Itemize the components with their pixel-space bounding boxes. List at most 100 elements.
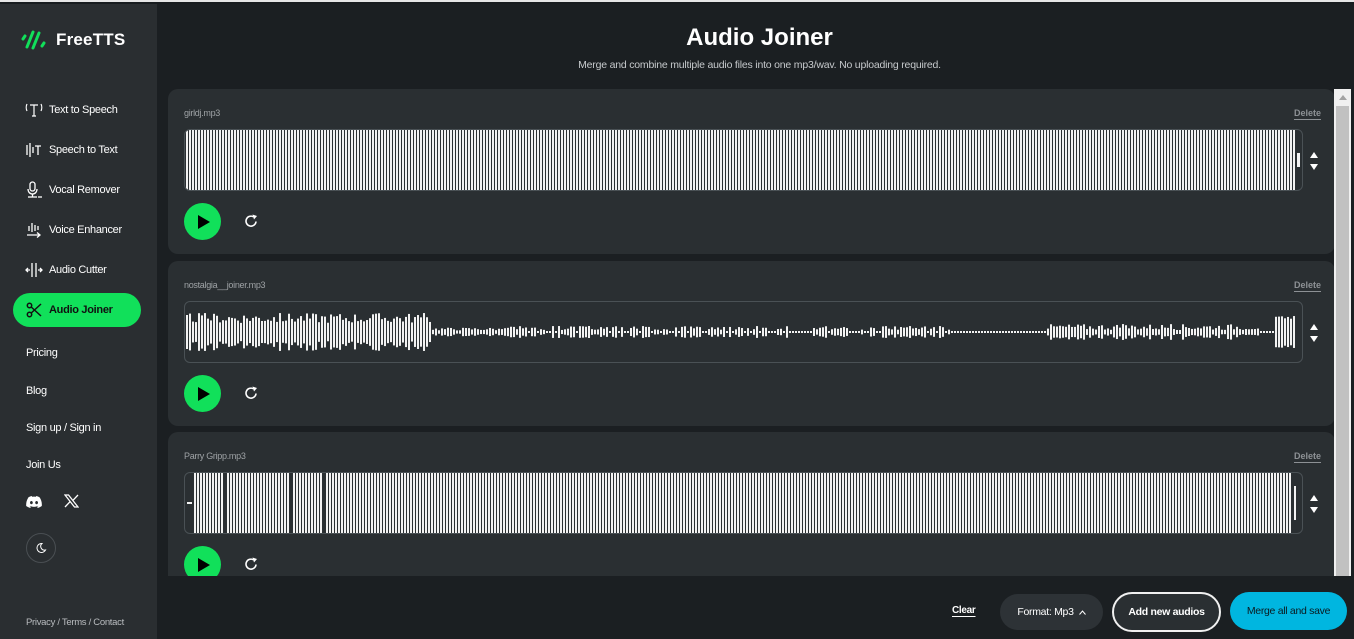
waveform[interactable] xyxy=(184,472,1303,534)
clear-button[interactable]: Clear xyxy=(952,605,976,616)
sidebar-link-join-us[interactable]: Join Us xyxy=(26,459,61,471)
waveform-bar xyxy=(840,130,842,190)
waveform-bar xyxy=(645,130,647,190)
waveform-bar xyxy=(591,329,593,335)
waveform-bar xyxy=(720,329,722,335)
sidebar-link-blog[interactable]: Blog xyxy=(26,385,47,397)
waveform-bar xyxy=(407,473,409,533)
waveform-bar xyxy=(360,130,362,190)
waveform[interactable] xyxy=(184,129,1303,191)
move-up-icon[interactable] xyxy=(1310,152,1318,158)
waveform-bar xyxy=(998,473,1000,533)
waveform-bar xyxy=(654,130,656,190)
sidebar-link-pricing[interactable]: Pricing xyxy=(26,347,58,359)
waveform-bar xyxy=(506,473,508,533)
waveform-bar xyxy=(1131,130,1133,190)
scroll-thumb[interactable] xyxy=(1336,106,1349,576)
waveform-bar xyxy=(1193,473,1195,533)
sidebar-item-vocal-remover[interactable]: Vocal Remover xyxy=(13,173,141,207)
sidebar-item-voice-enhancer[interactable]: Voice Enhancer xyxy=(13,213,141,247)
merge-and-save-button[interactable]: Merge all and save xyxy=(1230,592,1347,630)
move-up-icon[interactable] xyxy=(1310,324,1318,330)
waveform-bar xyxy=(558,326,560,338)
waveform-bar xyxy=(510,130,512,190)
waveform-bar xyxy=(825,326,827,338)
waveform-bar xyxy=(1212,329,1214,335)
waveform-bar xyxy=(881,473,883,533)
waveform-bar xyxy=(792,130,794,190)
waveform-bar xyxy=(311,473,313,533)
waveform-bar xyxy=(552,326,554,338)
waveform-bar xyxy=(639,331,641,333)
footer-links[interactable]: Privacy / Terms / Contact xyxy=(26,617,124,628)
waveform-bar xyxy=(240,130,242,190)
discord-icon[interactable] xyxy=(26,495,42,513)
waveform-bar xyxy=(192,130,194,190)
play-button[interactable] xyxy=(184,203,221,240)
waveform-bar xyxy=(777,130,779,190)
waveform-bar xyxy=(432,329,434,335)
waveform-bar xyxy=(384,317,386,347)
waveform-bar xyxy=(365,473,367,533)
waveform-bar xyxy=(722,473,724,533)
reset-button[interactable] xyxy=(241,211,261,231)
reset-button[interactable] xyxy=(241,554,261,574)
waveform-bar xyxy=(1041,331,1043,333)
waveform-bar xyxy=(1242,130,1244,190)
format-select[interactable]: Format: Mp3 xyxy=(1000,594,1103,630)
waveform-bar xyxy=(789,331,791,333)
reset-button[interactable] xyxy=(241,383,261,403)
reorder-control[interactable] xyxy=(1309,324,1319,342)
add-new-audios-button[interactable]: Add new audios xyxy=(1112,592,1221,632)
waveform-bar xyxy=(939,326,941,338)
waveform-bar xyxy=(951,331,953,333)
waveform-bar xyxy=(369,318,371,346)
theme-toggle-button[interactable] xyxy=(26,533,56,563)
waveform-bar xyxy=(383,473,385,533)
sidebar-link-sign-in[interactable]: Sign up / Sign in xyxy=(26,422,101,434)
delete-track-button[interactable]: Delete xyxy=(1294,451,1321,461)
waveform-bar xyxy=(854,473,856,533)
waveform-bar xyxy=(1031,473,1033,533)
waveform-bar xyxy=(857,473,859,533)
play-button[interactable] xyxy=(184,375,221,412)
delete-track-button[interactable]: Delete xyxy=(1294,280,1321,290)
move-down-icon[interactable] xyxy=(1310,164,1318,170)
waveform-bar xyxy=(324,130,326,190)
waveform-bar xyxy=(189,130,191,190)
waveform-bar xyxy=(905,473,907,533)
waveform-bar xyxy=(438,330,440,334)
waveform-bar xyxy=(524,473,526,533)
sidebar-item-label: Audio Cutter xyxy=(49,264,107,276)
waveform-bar xyxy=(638,473,640,533)
scroll-up-button[interactable] xyxy=(1334,89,1351,105)
sidebar-item-text-to-speech[interactable]: Text to Speech xyxy=(13,93,141,127)
waveform-bar xyxy=(413,473,415,533)
waveform-bar xyxy=(633,130,635,190)
sidebar-item-speech-to-text[interactable]: Speech to Text xyxy=(13,133,141,167)
waveform-bar xyxy=(933,327,935,337)
waveform-bar xyxy=(879,331,881,333)
sidebar-item-audio-cutter[interactable]: Audio Cutter xyxy=(13,253,141,287)
move-up-icon[interactable] xyxy=(1310,495,1318,501)
move-down-icon[interactable] xyxy=(1310,507,1318,513)
brand-logo[interactable]: FreeTTS xyxy=(20,28,125,52)
waveform[interactable] xyxy=(184,301,1303,363)
waveform-bar xyxy=(1020,331,1022,333)
waveform-bar xyxy=(1241,473,1243,533)
waveform-bar xyxy=(590,473,592,533)
waveform-bar xyxy=(810,331,812,333)
waveform-bar xyxy=(318,322,320,342)
reorder-control[interactable] xyxy=(1309,152,1319,170)
sidebar-item-label: Text to Speech xyxy=(49,104,118,116)
delete-track-button[interactable]: Delete xyxy=(1294,108,1321,118)
waveform-bar xyxy=(395,473,397,533)
waveform-bar xyxy=(879,130,881,190)
waveform-bar xyxy=(512,473,514,533)
sidebar-item-audio-joiner[interactable]: Audio Joiner xyxy=(13,293,141,327)
move-down-icon[interactable] xyxy=(1310,336,1318,342)
x-icon[interactable] xyxy=(63,494,80,513)
scrollbar[interactable] xyxy=(1334,89,1351,576)
play-button[interactable] xyxy=(184,546,221,576)
reorder-control[interactable] xyxy=(1309,495,1319,513)
